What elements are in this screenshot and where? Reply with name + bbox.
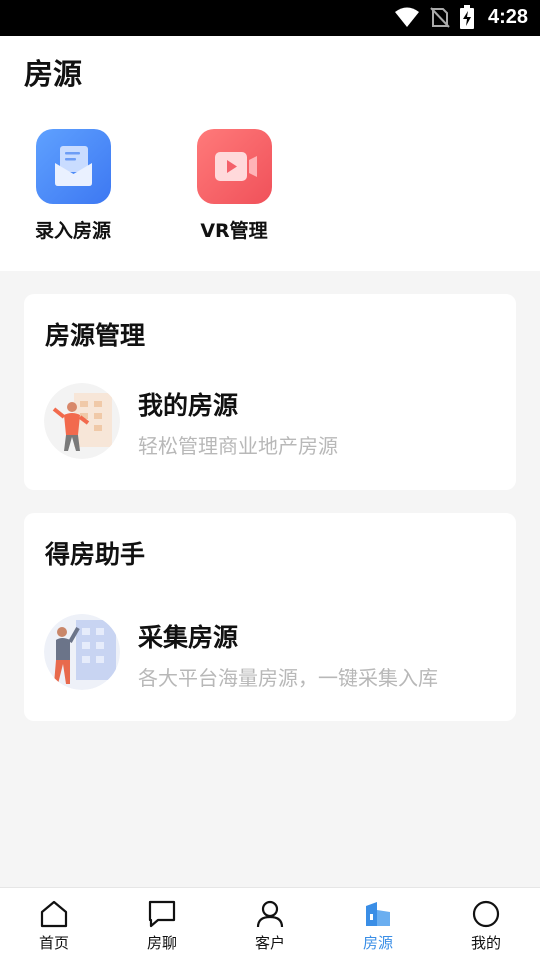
- page-title: 房源: [24, 57, 83, 91]
- tab-label: 房聊: [146, 934, 177, 952]
- tab-listings[interactable]: 房源: [324, 888, 432, 960]
- section-card-listing-management: 房源管理 我的房源 轻松管理商业地产房源: [24, 294, 516, 490]
- section-title: 得房助手: [45, 540, 146, 569]
- tab-chat[interactable]: 房聊: [108, 888, 216, 960]
- chat-icon: [108, 900, 216, 928]
- tab-label: 客户: [254, 934, 285, 952]
- person-building-icon: [44, 383, 120, 459]
- status-time: 4:28: [487, 5, 528, 28]
- status-icons: 4:28: [394, 5, 528, 29]
- tab-label: 首页: [38, 934, 69, 952]
- section-card-assistant: 得房助手 采集房源 各大平台海量房源，一键采集入库: [24, 513, 516, 721]
- quick-action-label: VR管理: [200, 220, 268, 242]
- section-title: 房源管理: [45, 321, 146, 350]
- battery-charging-icon: [459, 5, 474, 29]
- item-subtitle: 轻松管理商业地产房源: [138, 434, 338, 458]
- no-sim-icon: [430, 7, 450, 28]
- quick-action-label: 录入房源: [34, 220, 111, 242]
- bottom-tab-bar: 首页 房聊 客户 房源 我的: [0, 887, 540, 960]
- header: 房源 录入房源 VR管理: [0, 36, 540, 271]
- item-title: 采集房源: [138, 623, 239, 652]
- building-icon: [324, 900, 432, 928]
- wifi-icon: [394, 7, 419, 27]
- item-subtitle: 各大平台海量房源，一键采集入库: [138, 666, 438, 690]
- mail-icon: [35, 129, 111, 204]
- item-title: 我的房源: [138, 391, 239, 420]
- tab-home[interactable]: 首页: [0, 888, 108, 960]
- tab-me[interactable]: 我的: [432, 888, 540, 960]
- person-building-icon: [44, 614, 120, 690]
- tab-customers[interactable]: 客户: [216, 888, 324, 960]
- home-icon: [0, 900, 108, 928]
- tab-label: 房源: [362, 934, 393, 952]
- quick-action-vr[interactable]: VR管理: [179, 129, 289, 243]
- video-icon: [196, 129, 272, 204]
- quick-action-add-listing[interactable]: 录入房源: [18, 129, 128, 243]
- user-icon: [216, 900, 324, 928]
- status-bar: 4:28: [0, 0, 540, 36]
- tab-label: 我的: [470, 934, 501, 952]
- circle-icon: [432, 900, 540, 928]
